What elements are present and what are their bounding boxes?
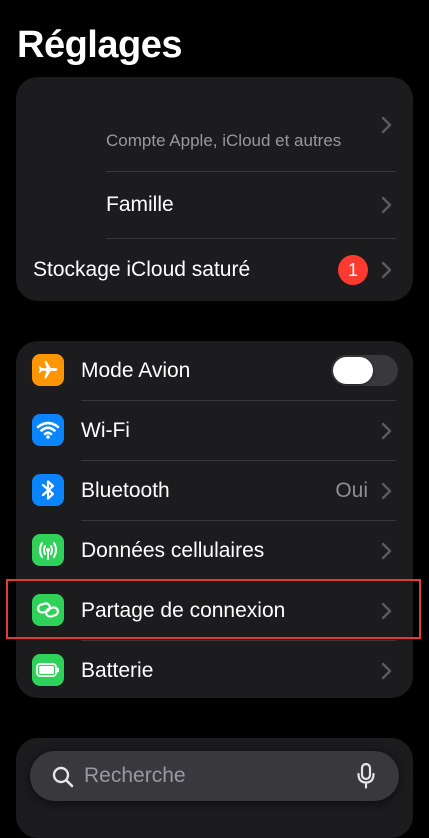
chain-link-icon <box>32 594 64 626</box>
search-bar[interactable] <box>30 751 399 801</box>
connectivity-group: Mode Avion Wi-Fi Bluetooth Oui Données c… <box>16 341 413 698</box>
chevron-right-icon <box>381 196 392 214</box>
family-label: Famille <box>106 193 174 216</box>
wifi-icon <box>32 414 64 446</box>
chevron-right-icon <box>381 662 392 680</box>
airplane-mode-toggle[interactable] <box>331 355 398 386</box>
toggle-knob <box>333 357 373 384</box>
chevron-right-icon <box>381 422 392 440</box>
bluetooth-status-value: Oui <box>335 479 368 502</box>
chevron-right-icon <box>381 261 392 279</box>
cellular-data-label: Données cellulaires <box>81 539 265 562</box>
apple-account-subtitle: Compte Apple, iCloud et autres <box>106 131 342 150</box>
bluetooth-icon <box>32 474 64 506</box>
notification-badge: 1 <box>338 255 368 285</box>
icloud-storage-label: Stockage iCloud saturé <box>33 258 251 281</box>
page-title: Réglages <box>17 24 182 66</box>
apple-account-row[interactable]: Compte Apple, iCloud et autres <box>16 77 413 171</box>
personal-hotspot-label: Partage de connexion <box>81 599 286 622</box>
bluetooth-row[interactable]: Bluetooth Oui <box>16 461 413 520</box>
search-input[interactable] <box>84 763 344 789</box>
chevron-right-icon <box>381 542 392 560</box>
antenna-icon <box>32 534 64 566</box>
chevron-right-icon <box>381 602 392 620</box>
icloud-storage-row[interactable]: Stockage iCloud saturé 1 <box>16 239 413 301</box>
airplane-mode-row[interactable]: Mode Avion <box>16 341 413 400</box>
personal-hotspot-row[interactable]: Partage de connexion <box>16 581 413 640</box>
family-row[interactable]: Famille <box>16 172 413 238</box>
search-icon <box>52 766 74 788</box>
wifi-row[interactable]: Wi-Fi <box>16 401 413 460</box>
airplane-icon <box>32 354 64 386</box>
wifi-label: Wi-Fi <box>81 419 130 442</box>
bluetooth-label: Bluetooth <box>81 479 170 502</box>
cellular-data-row[interactable]: Données cellulaires <box>16 521 413 580</box>
battery-icon <box>32 654 64 686</box>
airplane-mode-label: Mode Avion <box>81 359 191 382</box>
account-group: Compte Apple, iCloud et autres Famille S… <box>16 77 413 301</box>
chevron-right-icon <box>381 482 392 500</box>
battery-label: Batterie <box>81 659 154 682</box>
chevron-right-icon <box>381 116 392 134</box>
battery-row[interactable]: Batterie <box>16 641 413 698</box>
microphone-icon[interactable] <box>357 763 375 789</box>
